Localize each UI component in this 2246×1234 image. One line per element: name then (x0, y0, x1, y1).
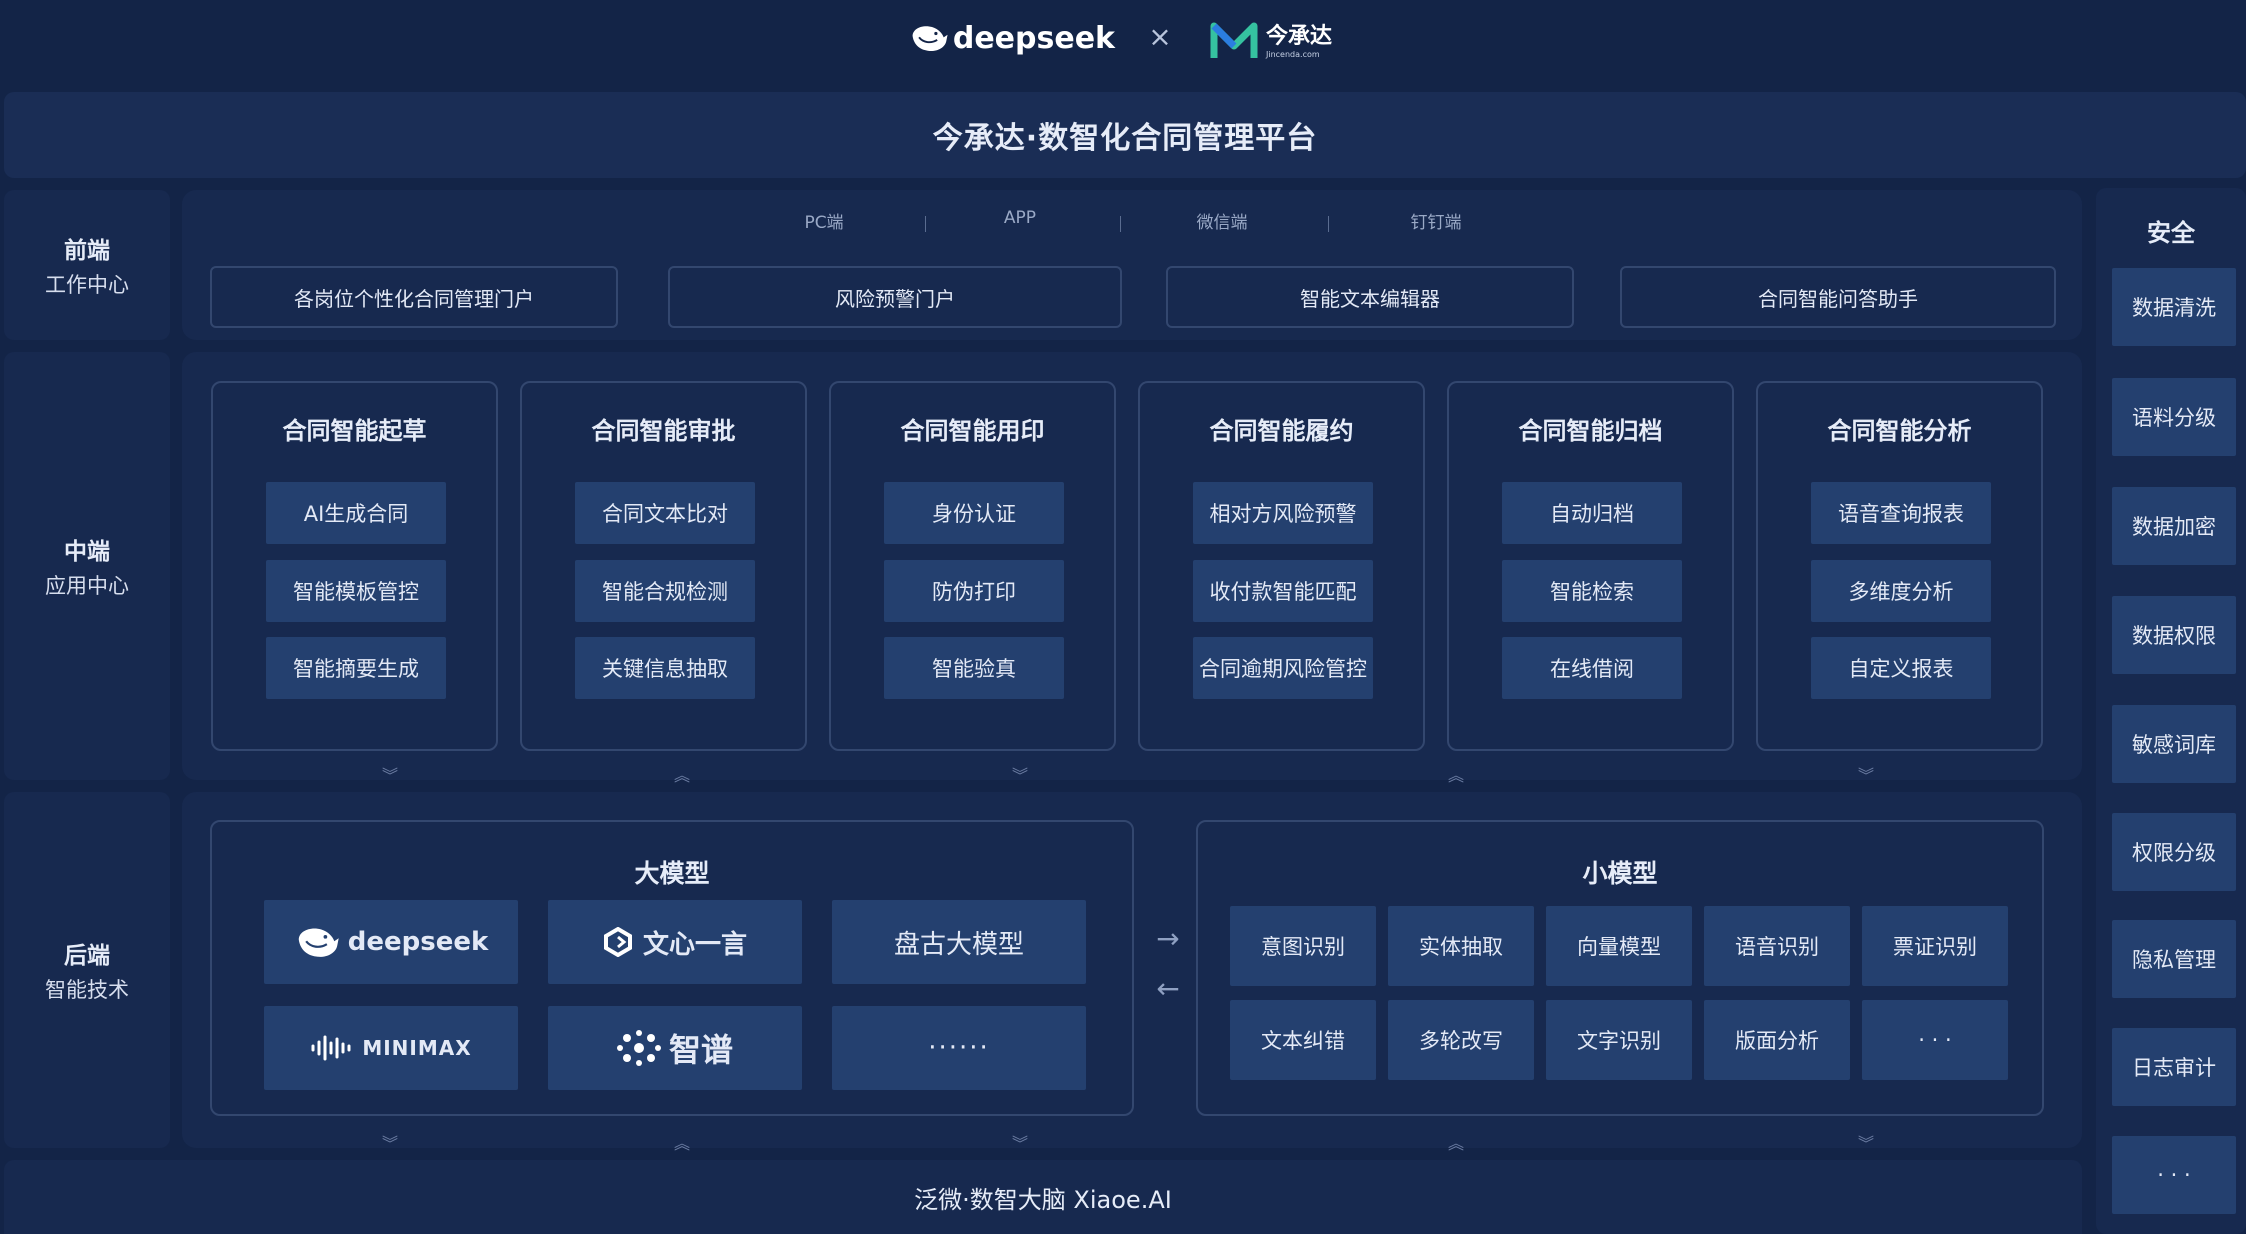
portal-text-editor[interactable]: 智能文本编辑器 (1166, 266, 1574, 328)
channel-divider (1328, 216, 1329, 232)
model-wenxin[interactable]: 文心一言 (548, 900, 802, 984)
module-item[interactable]: 身份认证 (884, 482, 1064, 544)
module-item[interactable]: 关键信息抽取 (575, 637, 755, 699)
module-title: 合同智能归档 (1518, 417, 1663, 445)
security-item[interactable]: 数据权限 (2112, 596, 2236, 674)
model-minimax[interactable]: MINIMAX (264, 1006, 518, 1090)
module-item[interactable]: 收付款智能匹配 (1193, 560, 1373, 622)
module-card-analysis: 合同智能分析 语音查询报表 多维度分析 自定义报表 (1756, 381, 2043, 751)
arrow-left-icon: ← (1156, 971, 1180, 1005)
whale-icon (298, 928, 339, 957)
model-deepseek[interactable]: deepseek (264, 900, 518, 984)
module-item[interactable]: 自动归档 (1502, 482, 1682, 544)
chevron-down-icon: ︾ (1012, 1134, 1029, 1153)
security-title: 安全 (2147, 218, 2195, 247)
row-label-front: 前端 工作中心 (4, 190, 170, 340)
portal-risk-warning[interactable]: 风险预警门户 (668, 266, 1122, 328)
security-item[interactable]: 语料分级 (2112, 378, 2236, 456)
security-item[interactable]: 敏感词库 (2112, 705, 2236, 783)
small-model-item[interactable]: 票证识别 (1862, 906, 2008, 986)
small-model-item[interactable]: 多轮改写 (1388, 1000, 1534, 1080)
module-title: 合同智能审批 (591, 417, 736, 445)
large-model-title: 大模型 (634, 859, 710, 888)
module-item[interactable]: 智能摘要生成 (266, 637, 446, 699)
small-model-item[interactable]: 版面分析 (1704, 1000, 1850, 1080)
module-item[interactable]: 自定义报表 (1811, 637, 1991, 699)
portal-qa-assistant[interactable]: 合同智能问答助手 (1620, 266, 2056, 328)
chevron-down-icon: ︾ (382, 766, 399, 785)
module-item[interactable]: 防伪打印 (884, 560, 1064, 622)
module-item[interactable]: 相对方风险预警 (1193, 482, 1373, 544)
security-item[interactable]: 数据清洗 (2112, 268, 2236, 346)
model-more[interactable]: ······ (832, 1006, 1086, 1090)
small-model-item[interactable]: · · · (1862, 1000, 2008, 1080)
small-model-item[interactable]: 文字识别 (1546, 1000, 1692, 1080)
channel-list: PC端 APP 微信端 钉钉端 (182, 208, 2082, 244)
small-model-item[interactable]: 实体抽取 (1388, 906, 1534, 986)
module-item[interactable]: AI生成合同 (266, 482, 446, 544)
whale-icon (912, 26, 948, 52)
cross-separator: × (1148, 19, 1172, 53)
model-zhipu[interactable]: 智谱 (548, 1006, 802, 1090)
module-item[interactable]: 智能模板管控 (266, 560, 446, 622)
security-item[interactable]: 权限分级 (2112, 813, 2236, 891)
chevron-down-icon: ︾ (382, 1134, 399, 1153)
module-title: 合同智能分析 (1827, 417, 1972, 445)
module-item[interactable]: 合同逾期风险管控 (1193, 637, 1373, 699)
security-item[interactable]: 日志审计 (2112, 1028, 2236, 1106)
chevron-down-icon: ︾ (1012, 766, 1029, 785)
channel-wechat: 微信端 (1196, 213, 1248, 233)
chevron-up-icon: ︽ (674, 766, 691, 785)
waveform-icon (311, 1035, 351, 1061)
small-model-title: 小模型 (1582, 859, 1658, 888)
module-card-approval: 合同智能审批 合同文本比对 智能合规检测 关键信息抽取 (520, 381, 807, 751)
channel-divider (925, 216, 926, 232)
security-item[interactable]: 隐私管理 (2112, 920, 2236, 998)
footer-bar: 泛微·数智大脑 Xiaoe.AI (4, 1160, 2082, 1234)
module-item[interactable]: 语音查询报表 (1811, 482, 1991, 544)
module-item[interactable]: 多维度分析 (1811, 560, 1991, 622)
module-item[interactable]: 智能检索 (1502, 560, 1682, 622)
module-item[interactable]: 智能合规检测 (575, 560, 755, 622)
small-model-item[interactable]: 向量模型 (1546, 906, 1692, 986)
model-pangu[interactable]: 盘古大模型 (832, 900, 1086, 984)
chevron-up-icon: ︽ (1448, 766, 1465, 785)
module-title: 合同智能履约 (1209, 417, 1354, 445)
platform-title: 今承达·数智化合同管理平台 (4, 92, 2246, 178)
zhipu-dots-icon (616, 1030, 661, 1066)
chevron-down-icon: ︾ (1858, 766, 1875, 785)
row-label-back: 后端 智能技术 (4, 792, 170, 1148)
module-item[interactable]: 合同文本比对 (575, 482, 755, 544)
portal-personalized[interactable]: 各岗位个性化合同管理门户 (210, 266, 618, 328)
deepseek-logo: deepseek (910, 8, 1115, 68)
security-item[interactable]: 数据加密 (2112, 487, 2236, 565)
small-model-item[interactable]: 文本纠错 (1230, 1000, 1376, 1080)
row-label-mid: 中端 应用中心 (4, 352, 170, 780)
large-model-card: 大模型 deepseek 文心一言 盘古大模型 MINIMAX 智谱 ·····… (210, 820, 1134, 1116)
small-model-item[interactable]: 意图识别 (1230, 906, 1376, 986)
module-item[interactable]: 在线借阅 (1502, 637, 1682, 699)
module-card-archive: 合同智能归档 自动归档 智能检索 在线借阅 (1447, 381, 1734, 751)
small-model-card: 小模型 意图识别 实体抽取 向量模型 语音识别 票证识别 文本纠错 多轮改写 文… (1196, 820, 2044, 1116)
channel-pc: PC端 (804, 213, 844, 233)
module-title: 合同智能用印 (900, 417, 1045, 445)
channel-app: APP (1003, 208, 1037, 228)
module-card-drafting: 合同智能起草 AI生成合同 智能模板管控 智能摘要生成 (211, 381, 498, 751)
channel-dingtalk: 钉钉端 (1410, 213, 1462, 233)
module-title: 合同智能起草 (282, 417, 427, 445)
chevron-up-icon: ︽ (1448, 1134, 1465, 1153)
chevron-up-icon: ︽ (674, 1134, 691, 1153)
jincenda-logo: 今承达 Jincenda.com (1208, 12, 1348, 72)
jincenda-mark-icon (1210, 22, 1258, 58)
module-card-fulfillment: 合同智能履约 相对方风险预警 收付款智能匹配 合同逾期风险管控 (1138, 381, 1425, 751)
module-card-seal: 合同智能用印 身份认证 防伪打印 智能验真 (829, 381, 1116, 751)
small-model-item[interactable]: 语音识别 (1704, 906, 1850, 986)
arrow-right-icon: → (1156, 921, 1180, 955)
channel-divider (1120, 216, 1121, 232)
security-item[interactable]: · · · (2112, 1136, 2236, 1214)
module-item[interactable]: 智能验真 (884, 637, 1064, 699)
chevron-down-icon: ︾ (1858, 1134, 1875, 1153)
wenxin-hexagon-icon (603, 927, 632, 957)
